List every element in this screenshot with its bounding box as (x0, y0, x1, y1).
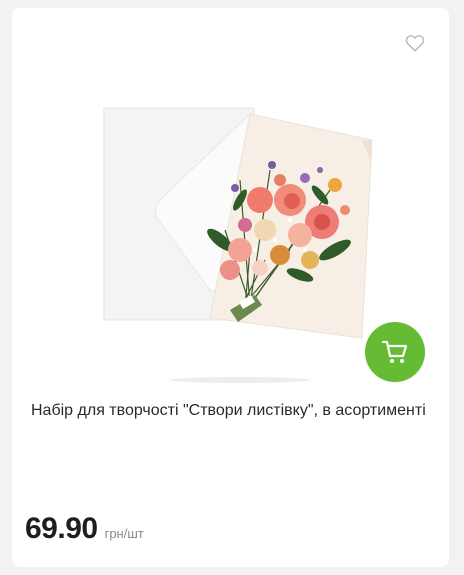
product-card[interactable]: Набір для творчості "Створи листівку", в… (12, 8, 449, 567)
favorite-button[interactable] (404, 32, 426, 54)
shopping-cart-icon (381, 340, 408, 363)
add-to-cart-button[interactable] (365, 322, 425, 382)
heart-icon (405, 35, 425, 52)
greeting-card-image (103, 107, 373, 383)
product-title[interactable]: Набір для творчості "Створи листівку", в… (31, 398, 436, 424)
price-block: 69.90 грн/шт (25, 512, 144, 546)
product-image[interactable] (90, 100, 390, 390)
price-unit: грн/шт (104, 526, 144, 541)
price-value: 69.90 (25, 512, 98, 545)
